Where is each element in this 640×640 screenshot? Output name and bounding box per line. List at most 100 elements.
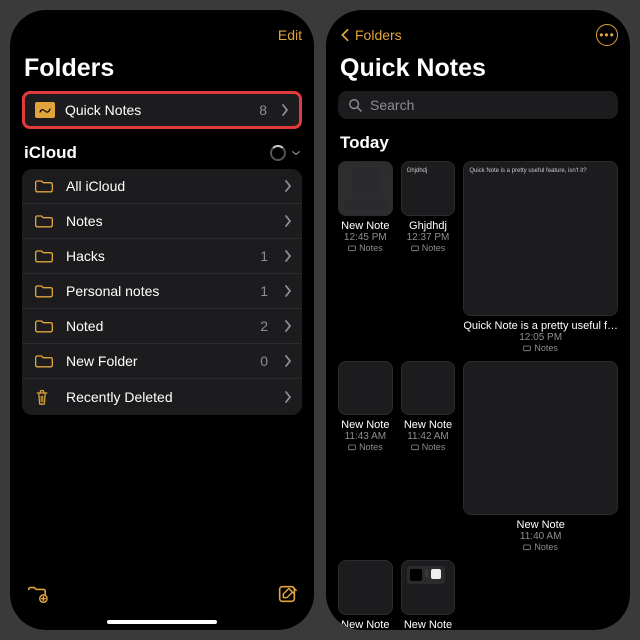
- sync-spinner-icon: [270, 145, 286, 161]
- section-header-icloud[interactable]: iCloud: [22, 141, 302, 169]
- note-source: Notes: [348, 243, 383, 253]
- note-thumbnail: [338, 361, 393, 416]
- folder-icon: [34, 213, 54, 229]
- note-card[interactable]: New Note12:45 PMNotes: [338, 161, 393, 353]
- section-title: iCloud: [24, 143, 77, 163]
- folder-item[interactable]: Noted 2: [22, 309, 302, 344]
- quick-notes-label: Quick Notes: [65, 102, 249, 118]
- folder-icon: [348, 244, 356, 252]
- folder-item[interactable]: All iCloud: [22, 169, 302, 204]
- chevron-down-icon: [292, 147, 300, 159]
- folder-item[interactable]: Notes: [22, 204, 302, 239]
- quick-notes-count: 8: [259, 102, 267, 118]
- note-source: Notes: [411, 243, 446, 253]
- note-thumbnail: Ghjdhdj: [401, 161, 456, 216]
- quick-notes-folder[interactable]: Quick Notes 8: [22, 91, 302, 129]
- note-source: Notes: [523, 343, 558, 353]
- note-card[interactable]: GhjdhdjGhjdhdj12:37 PMNotes: [401, 161, 456, 353]
- trash-icon: [34, 388, 54, 406]
- folder-label: Recently Deleted: [66, 389, 256, 405]
- chevron-right-icon: [284, 250, 292, 262]
- note-time: 11:42 AM: [407, 431, 449, 442]
- folder-icon: [34, 318, 54, 334]
- note-title: New Note: [338, 419, 393, 431]
- folder-icon: [411, 244, 419, 252]
- chevron-right-icon: [284, 215, 292, 227]
- folder-label: New Folder: [66, 353, 248, 369]
- folder-icon: [34, 353, 54, 369]
- note-thumbnail: [338, 560, 393, 615]
- note-thumbnail: [401, 361, 456, 416]
- folder-label: Personal notes: [66, 283, 248, 299]
- note-card[interactable]: New Note11:43 AMNotes: [338, 361, 393, 553]
- search-placeholder: Search: [370, 97, 414, 113]
- chevron-right-icon: [284, 320, 292, 332]
- folder-list: All iCloud Notes Hacks1 Personal notes 1 Note…: [22, 169, 302, 415]
- note-time: 12:05 PM: [519, 332, 562, 343]
- folder-icon: [34, 283, 54, 299]
- folder-count: 0: [260, 353, 268, 369]
- folder-item[interactable]: Recently Deleted: [22, 379, 302, 415]
- compose-button[interactable]: [276, 583, 298, 610]
- note-thumbnail: [463, 361, 618, 516]
- note-title: New Note: [338, 619, 393, 630]
- chevron-right-icon: [284, 180, 292, 192]
- note-time: 12:37 PM: [407, 232, 450, 243]
- note-card[interactable]: New Note11:23 AMNotes: [401, 560, 456, 630]
- note-title: New Note: [338, 220, 393, 232]
- note-preview-text: Ghjdhdj: [407, 167, 450, 175]
- note-title: New Note: [401, 419, 456, 431]
- note-card[interactable]: New Note11:40 AMNotes: [463, 361, 618, 553]
- folder-count: 1: [260, 283, 268, 299]
- note-title: Ghjdhdj: [401, 220, 456, 232]
- folder-label: Noted: [66, 318, 248, 334]
- folder-item[interactable]: Personal notes 1: [22, 274, 302, 309]
- note-time: 11:40 AM: [520, 531, 562, 542]
- folder-label: Notes: [66, 213, 256, 229]
- note-card[interactable]: Quick Note is a pretty useful feature, i…: [463, 161, 618, 353]
- folder-icon: [411, 443, 419, 451]
- note-preview-text: Quick Note is a pretty useful feature, i…: [469, 167, 612, 175]
- note-card[interactable]: New Note11:42 AMNotes: [401, 361, 456, 553]
- note-title: New Note: [463, 519, 618, 531]
- chevron-right-icon: [281, 104, 289, 116]
- folders-screen: Edit Folders Quick Notes 8 iCloud All iC…: [10, 10, 314, 630]
- chevron-right-icon: [284, 285, 292, 297]
- section-label-today: Today: [340, 133, 618, 153]
- edit-button[interactable]: Edit: [278, 27, 302, 43]
- note-time: 11:43 AM: [345, 431, 387, 442]
- note-thumbnail: [338, 161, 393, 216]
- search-field[interactable]: Search: [338, 91, 618, 119]
- home-indicator[interactable]: [107, 620, 217, 624]
- notes-grid: New Note12:45 PMNotesGhjdhdjGhjdhdj12:37…: [338, 161, 618, 630]
- more-button[interactable]: •••: [596, 24, 618, 46]
- search-icon: [348, 98, 362, 112]
- link-preview: [407, 566, 445, 584]
- folder-label: All iCloud: [66, 178, 256, 194]
- folder-icon: [523, 543, 531, 551]
- back-button[interactable]: Folders: [338, 27, 402, 43]
- note-source: Notes: [411, 442, 446, 452]
- folder-count: 1: [260, 248, 268, 264]
- note-title: Quick Note is a pretty useful f…: [463, 320, 618, 332]
- note-time: 12:45 PM: [344, 232, 387, 243]
- back-label: Folders: [355, 27, 402, 43]
- note-title: New Note: [401, 619, 456, 630]
- chevron-right-icon: [284, 355, 292, 367]
- folder-item[interactable]: Hacks1: [22, 239, 302, 274]
- quick-notes-screen: Folders ••• Quick Notes Search Today New…: [326, 10, 630, 630]
- page-title: Folders: [24, 54, 302, 83]
- quick-notes-icon: [35, 102, 55, 118]
- chevron-right-icon: [284, 391, 292, 403]
- folder-item[interactable]: New Folder 0: [22, 344, 302, 379]
- folder-icon: [523, 344, 531, 352]
- note-source: Notes: [348, 442, 383, 452]
- note-source: Notes: [523, 542, 558, 552]
- page-title: Quick Notes: [340, 54, 618, 83]
- ellipsis-icon: •••: [599, 28, 615, 42]
- folder-icon: [34, 178, 54, 194]
- folder-count: 2: [260, 318, 268, 334]
- new-folder-button[interactable]: [26, 583, 48, 610]
- note-card[interactable]: New Note11:24 AMNotes: [338, 560, 393, 630]
- folder-icon: [348, 443, 356, 451]
